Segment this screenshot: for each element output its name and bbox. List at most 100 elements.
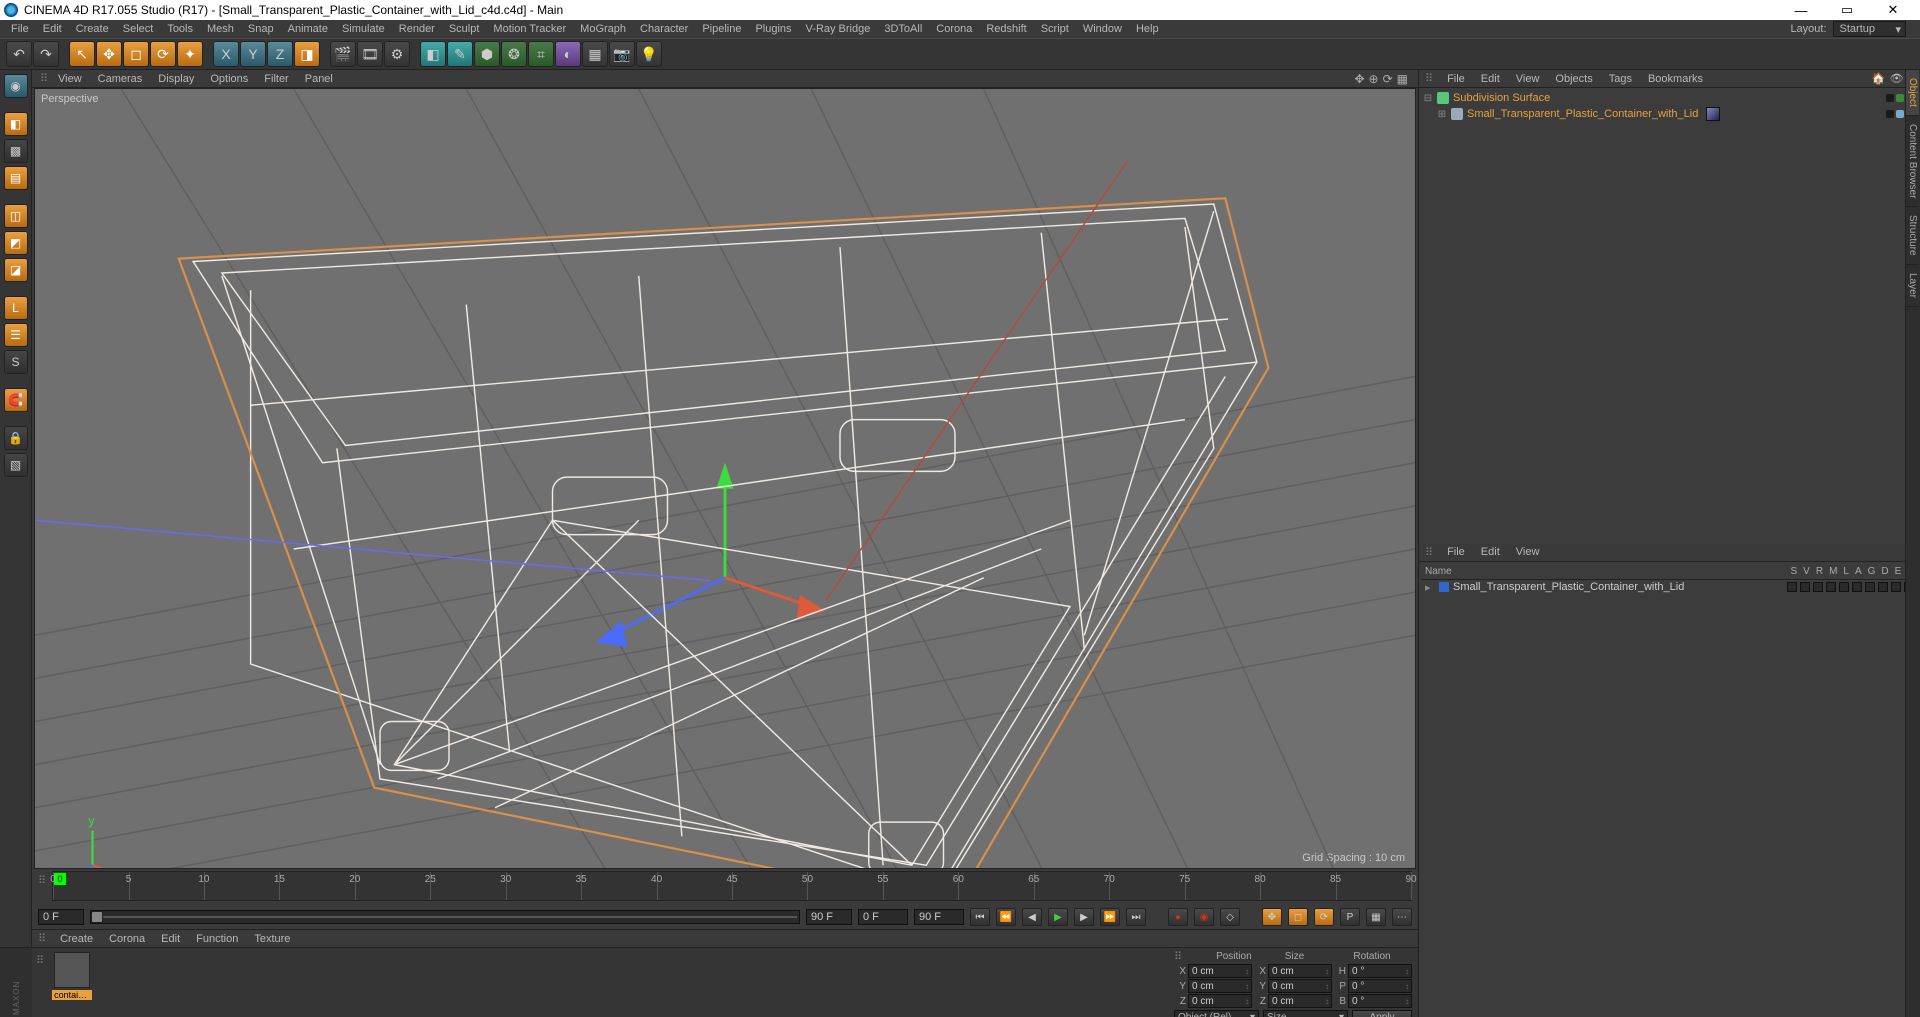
play-button[interactable]: ▶: [1048, 908, 1068, 926]
attr-manager-icon[interactable]: [1826, 582, 1836, 592]
layer-dot[interactable]: [1886, 94, 1894, 102]
axis-x-lock[interactable]: X: [213, 41, 239, 67]
texture-mode-button[interactable]: ▩: [4, 139, 28, 163]
side-tab-structure[interactable]: Structure: [1906, 207, 1919, 265]
om-menu-view[interactable]: View: [1508, 71, 1548, 87]
menu-animate[interactable]: Animate: [281, 21, 335, 37]
mat-menu-function[interactable]: Function: [188, 931, 246, 947]
attr-col-g[interactable]: G: [1868, 566, 1876, 577]
visibility-dot[interactable]: [1896, 110, 1904, 118]
add-light-button[interactable]: 💡: [636, 41, 662, 67]
panel-grip-icon[interactable]: ⠿: [38, 874, 46, 887]
tweaks-mode-button[interactable]: ☰: [4, 323, 28, 347]
menu-character[interactable]: Character: [633, 21, 695, 37]
coord-apply-button[interactable]: Apply: [1352, 1010, 1412, 1017]
axis-y-lock[interactable]: Y: [240, 41, 266, 67]
attr-expand-icon[interactable]: ▸: [1425, 581, 1435, 594]
coord-system-toggle[interactable]: ◨: [294, 41, 320, 67]
attribute-manager-body[interactable]: Name S V R M L A G D E X ▸ Small_Transpa…: [1419, 562, 1920, 1017]
side-tab-layer[interactable]: Layer: [1906, 265, 1919, 307]
key-param-button[interactable]: P: [1340, 908, 1360, 926]
om-menu-edit[interactable]: Edit: [1473, 71, 1508, 87]
live-select-tool[interactable]: ↖: [69, 41, 95, 67]
attr-row[interactable]: ▸ Small_Transparent_Plastic_Container_wi…: [1421, 580, 1918, 595]
object-manager-tree[interactable]: ⊟ Subdivision Surface ⊞ Small_Transparen…: [1419, 88, 1920, 544]
mat-menu-corona[interactable]: Corona: [101, 931, 153, 947]
menu-pipeline[interactable]: Pipeline: [695, 21, 748, 37]
goto-start-button[interactable]: ⏮: [970, 908, 990, 926]
om-menu-file[interactable]: File: [1439, 71, 1473, 87]
side-tab-object[interactable]: Object: [1906, 70, 1919, 116]
attr-col-a[interactable]: A: [1855, 566, 1862, 577]
attr-col-l[interactable]: L: [1843, 566, 1849, 577]
tree-toggle-icon[interactable]: ⊟: [1423, 93, 1433, 104]
om-menu-bookmarks[interactable]: Bookmarks: [1640, 71, 1711, 87]
attr-anim-icon[interactable]: [1852, 582, 1862, 592]
snap-s-button[interactable]: S: [4, 350, 28, 374]
material-swatch[interactable]: [54, 952, 90, 988]
record-button[interactable]: ●: [1168, 908, 1188, 926]
menu-snap[interactable]: Snap: [241, 21, 281, 37]
scale-tool[interactable]: ◻: [123, 41, 149, 67]
tree-item-container-mesh[interactable]: ⊞ Small_Transparent_Plastic_Container_wi…: [1421, 106, 1918, 122]
size-mode-dropdown[interactable]: Size: [1263, 1010, 1348, 1017]
render-view-button[interactable]: 🎬: [330, 41, 356, 67]
am-menu-file[interactable]: File: [1439, 544, 1473, 560]
timeline-ruler[interactable]: 0 051015202530354045505560657075808590: [52, 871, 1412, 901]
axis-mode-button[interactable]: L: [4, 296, 28, 320]
vp-menu-view[interactable]: View: [50, 71, 90, 87]
attr-col-d[interactable]: D: [1881, 566, 1888, 577]
visibility-dot[interactable]: [1896, 94, 1904, 102]
frame-end-field[interactable]: 90 F: [914, 909, 964, 925]
frame-start-field[interactable]: 0 F: [858, 909, 908, 925]
vp-menu-options[interactable]: Options: [202, 71, 256, 87]
planar-workplane-button[interactable]: ▧: [4, 453, 28, 477]
panel-grip-icon[interactable]: ⠿: [38, 72, 50, 85]
attr-col-s[interactable]: S: [1790, 566, 1797, 577]
key-options-button[interactable]: ⋯: [1392, 908, 1412, 926]
goto-next-key-button[interactable]: ⏩: [1100, 908, 1120, 926]
am-menu-view[interactable]: View: [1508, 544, 1548, 560]
attr-def-icon[interactable]: [1878, 582, 1888, 592]
vp-zoom-icon[interactable]: ⊕: [1369, 72, 1379, 86]
attr-col-r[interactable]: R: [1816, 566, 1823, 577]
om-search-icon[interactable]: 🏠: [1872, 72, 1886, 85]
panel-grip-icon[interactable]: ⠿: [1174, 950, 1182, 963]
redo-button[interactable]: ↷: [33, 41, 59, 67]
vp-menu-cameras[interactable]: Cameras: [90, 71, 151, 87]
last-tool[interactable]: ✦: [177, 41, 203, 67]
goto-prev-key-button[interactable]: ⏪: [996, 908, 1016, 926]
timeline-range-slider[interactable]: [90, 910, 800, 924]
tree-item-subdivision-surface[interactable]: ⊟ Subdivision Surface: [1421, 90, 1918, 106]
pos-y-field[interactable]: 0 cm: [1188, 979, 1252, 993]
attr-col-v[interactable]: V: [1803, 566, 1810, 577]
pos-z-field[interactable]: 0 cm: [1188, 994, 1252, 1008]
om-menu-tags[interactable]: Tags: [1601, 71, 1640, 87]
add-deformer-button[interactable]: ◐: [555, 41, 581, 67]
mat-menu-edit[interactable]: Edit: [153, 931, 188, 947]
menu-file[interactable]: File: [4, 21, 36, 37]
polygons-mode-button[interactable]: ◪: [4, 258, 28, 282]
menu-simulate[interactable]: Simulate: [335, 21, 392, 37]
add-camera-button[interactable]: 📷: [609, 41, 635, 67]
rot-h-field[interactable]: 0 °: [1348, 964, 1412, 978]
attr-expr-icon[interactable]: [1891, 582, 1901, 592]
prev-frame-button[interactable]: ◀: [1022, 908, 1042, 926]
om-filter-icon[interactable]: 👁: [1890, 72, 1904, 85]
undo-button[interactable]: ↶: [6, 41, 32, 67]
goto-end-button[interactable]: ⏭: [1126, 908, 1146, 926]
attr-col-e[interactable]: E: [1895, 566, 1902, 577]
workplane-mode-button[interactable]: ▤: [4, 166, 28, 190]
om-menu-objects[interactable]: Objects: [1547, 71, 1600, 87]
rot-p-field[interactable]: 0 °: [1348, 979, 1412, 993]
menu-render[interactable]: Render: [392, 21, 442, 37]
mat-menu-create[interactable]: Create: [52, 931, 101, 947]
menu-mesh[interactable]: Mesh: [200, 21, 241, 37]
mat-menu-texture[interactable]: Texture: [246, 931, 298, 947]
attr-lock-icon[interactable]: [1839, 582, 1849, 592]
range-start-field[interactable]: 0 F: [38, 909, 84, 925]
menu-redshift[interactable]: Redshift: [979, 21, 1033, 37]
add-pen-button[interactable]: ✎: [447, 41, 473, 67]
attr-vis-icon[interactable]: [1800, 582, 1810, 592]
rot-b-field[interactable]: 0 °: [1348, 994, 1412, 1008]
